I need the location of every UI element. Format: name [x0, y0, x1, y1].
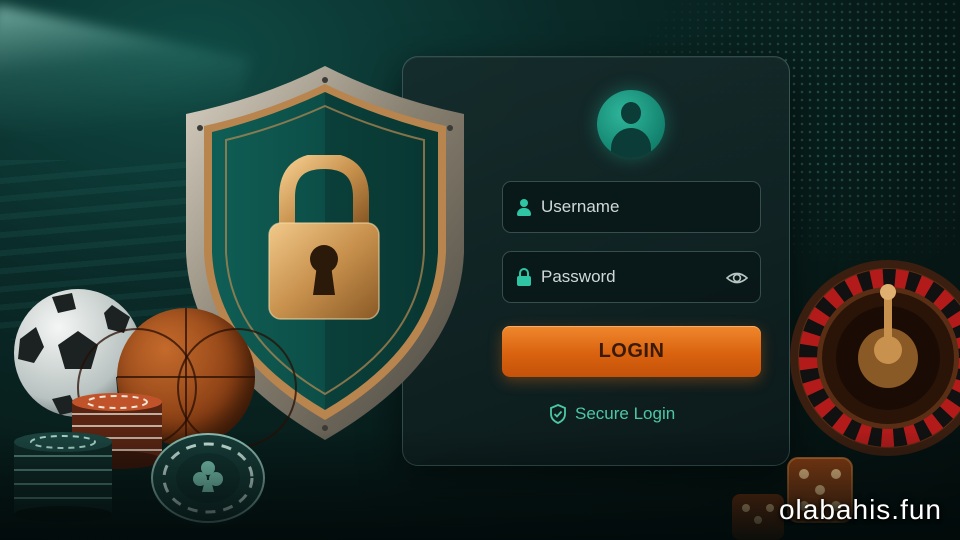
eye-icon[interactable] — [726, 268, 748, 288]
shield-check-icon — [550, 404, 566, 424]
user-icon — [515, 198, 533, 216]
lock-icon — [515, 268, 533, 286]
secure-login-badge: Secure Login — [549, 402, 675, 426]
user-avatar-icon — [597, 90, 665, 158]
username-input[interactable] — [541, 197, 731, 217]
roulette-wheel — [790, 260, 960, 456]
password-input[interactable] — [541, 267, 731, 287]
site-watermark: olabahis.fun — [778, 494, 942, 525]
username-field[interactable] — [502, 181, 761, 233]
secure-login-label: Secure Login — [575, 404, 676, 423]
padlock-icon — [268, 155, 380, 320]
password-field[interactable] — [502, 251, 761, 303]
login-button[interactable]: LOGIN — [502, 326, 761, 377]
